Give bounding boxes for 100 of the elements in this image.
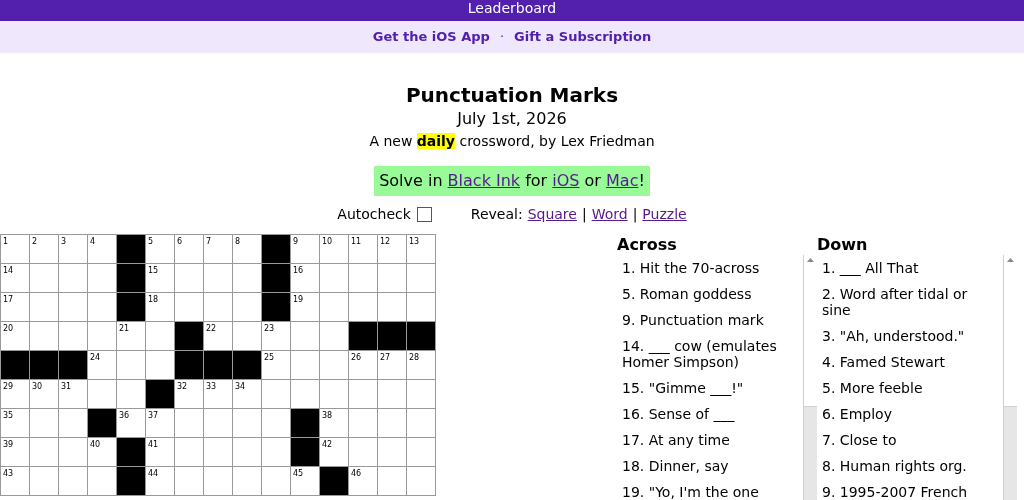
- crossword-cell[interactable]: [30, 467, 58, 495]
- clue-item[interactable]: 5. Roman goddess: [617, 281, 803, 307]
- crossword-cell[interactable]: [407, 380, 435, 408]
- clue-item[interactable]: 9. 1995-2007 French: [817, 479, 1003, 500]
- crossword-cell[interactable]: [146, 322, 174, 350]
- crossword-cell[interactable]: [233, 264, 261, 292]
- crossword-cell[interactable]: [59, 438, 87, 466]
- clue-item[interactable]: 1. Hit the 70-across: [617, 255, 803, 281]
- crossword-cell[interactable]: [407, 264, 435, 292]
- crossword-cell[interactable]: 19: [291, 293, 319, 321]
- crossword-cell[interactable]: [378, 380, 406, 408]
- crossword-cell[interactable]: [349, 293, 377, 321]
- crossword-cell[interactable]: 6: [175, 235, 203, 263]
- crossword-cell[interactable]: [88, 380, 116, 408]
- crossword-cell[interactable]: 29: [1, 380, 29, 408]
- crossword-cell[interactable]: 37: [146, 409, 174, 437]
- reveal-link[interactable]: Word: [591, 203, 628, 225]
- crossword-cell[interactable]: [204, 293, 232, 321]
- crossword-cell[interactable]: 17: [1, 293, 29, 321]
- ios-app-link[interactable]: Get the iOS App: [372, 27, 490, 47]
- crossword-cell[interactable]: 12: [378, 235, 406, 263]
- reveal-link[interactable]: Puzzle: [642, 203, 687, 225]
- crossword-cell[interactable]: [233, 409, 261, 437]
- crossword-cell[interactable]: [175, 438, 203, 466]
- crossword-cell[interactable]: 45: [291, 467, 319, 495]
- crossword-cell[interactable]: [175, 409, 203, 437]
- crossword-cell[interactable]: 24: [88, 351, 116, 379]
- crossword-cell[interactable]: 3: [59, 235, 87, 263]
- crossword-cell[interactable]: [320, 264, 348, 292]
- crossword-cell[interactable]: 20: [1, 322, 29, 350]
- crossword-cell[interactable]: 10: [320, 235, 348, 263]
- app-link[interactable]: Mac: [606, 171, 639, 190]
- crossword-cell[interactable]: 30: [30, 380, 58, 408]
- crossword-cell[interactable]: [262, 467, 290, 495]
- clue-item[interactable]: 14. ___ cow (emulates Homer Simpson): [617, 333, 803, 375]
- crossword-cell[interactable]: 38: [320, 409, 348, 437]
- crossword-cell[interactable]: 34: [233, 380, 261, 408]
- crossword-cell[interactable]: [233, 293, 261, 321]
- clue-item[interactable]: 18. Dinner, say: [617, 453, 803, 479]
- crossword-cell[interactable]: 22: [204, 322, 232, 350]
- crossword-cell[interactable]: [117, 351, 145, 379]
- crossword-cell[interactable]: [30, 438, 58, 466]
- crossword-cell[interactable]: [378, 409, 406, 437]
- gift-link[interactable]: Gift a Subscription: [514, 27, 652, 47]
- crossword-cell[interactable]: [378, 438, 406, 466]
- crossword-cell[interactable]: 18: [146, 293, 174, 321]
- crossword-cell[interactable]: [262, 380, 290, 408]
- crossword-cell[interactable]: 15: [146, 264, 174, 292]
- crossword-cell[interactable]: [320, 322, 348, 350]
- crossword-cell[interactable]: 36: [117, 409, 145, 437]
- clue-item[interactable]: 19. "Yo, I'm the one: [617, 479, 803, 500]
- crossword-cell[interactable]: 25: [262, 351, 290, 379]
- crossword-cell[interactable]: [59, 264, 87, 292]
- crossword-cell[interactable]: [30, 322, 58, 350]
- leaderboard-link[interactable]: Leaderboard: [467, 0, 557, 21]
- crossword-cell[interactable]: [291, 322, 319, 350]
- crossword-cell[interactable]: 39: [1, 438, 29, 466]
- crossword-cell[interactable]: [117, 380, 145, 408]
- crossword-cell[interactable]: [59, 322, 87, 350]
- crossword-cell[interactable]: [204, 409, 232, 437]
- crossword-cell[interactable]: [233, 438, 261, 466]
- crossword-cell[interactable]: [30, 264, 58, 292]
- app-link[interactable]: iOS: [552, 171, 580, 190]
- reveal-link[interactable]: Square: [527, 203, 577, 225]
- crossword-cell[interactable]: 2: [30, 235, 58, 263]
- crossword-cell[interactable]: [88, 293, 116, 321]
- crossword-cell[interactable]: 28: [407, 351, 435, 379]
- crossword-cell[interactable]: [59, 467, 87, 495]
- crossword-cell[interactable]: 11: [349, 235, 377, 263]
- crossword-cell[interactable]: [291, 380, 319, 408]
- crossword-cell[interactable]: [349, 438, 377, 466]
- crossword-cell[interactable]: 46: [349, 467, 377, 495]
- crossword-cell[interactable]: [320, 380, 348, 408]
- crossword-cell[interactable]: 1: [1, 235, 29, 263]
- crossword-cell[interactable]: 9: [291, 235, 319, 263]
- clue-item[interactable]: 16. Sense of ___: [617, 401, 803, 427]
- crossword-cell[interactable]: [146, 351, 174, 379]
- crossword-cell[interactable]: 27: [378, 351, 406, 379]
- crossword-cell[interactable]: [175, 293, 203, 321]
- crossword-cell[interactable]: [378, 264, 406, 292]
- crossword-cell[interactable]: [262, 438, 290, 466]
- crossword-cell[interactable]: [378, 467, 406, 495]
- crossword-cell[interactable]: [407, 438, 435, 466]
- app-link[interactable]: Black Ink: [447, 171, 521, 190]
- crossword-cell[interactable]: 13: [407, 235, 435, 263]
- crossword-cell[interactable]: [320, 293, 348, 321]
- clue-item[interactable]: 17. At any time: [617, 427, 803, 453]
- crossword-cell[interactable]: [378, 293, 406, 321]
- crossword-cell[interactable]: 35: [1, 409, 29, 437]
- crossword-cell[interactable]: 21: [117, 322, 145, 350]
- crossword-cell[interactable]: [407, 409, 435, 437]
- crossword-cell[interactable]: 41: [146, 438, 174, 466]
- crossword-cell[interactable]: [175, 264, 203, 292]
- clue-item[interactable]: 5. More feeble: [817, 375, 1003, 401]
- scroll-up-icon[interactable]: [1007, 258, 1014, 262]
- clue-item[interactable]: 6. Employ: [817, 401, 1003, 427]
- clue-item[interactable]: 1. ___ All That: [817, 255, 1003, 281]
- crossword-cell[interactable]: 4: [88, 235, 116, 263]
- clue-item[interactable]: 3. "Ah, understood.": [817, 323, 1003, 349]
- crossword-cell[interactable]: [88, 264, 116, 292]
